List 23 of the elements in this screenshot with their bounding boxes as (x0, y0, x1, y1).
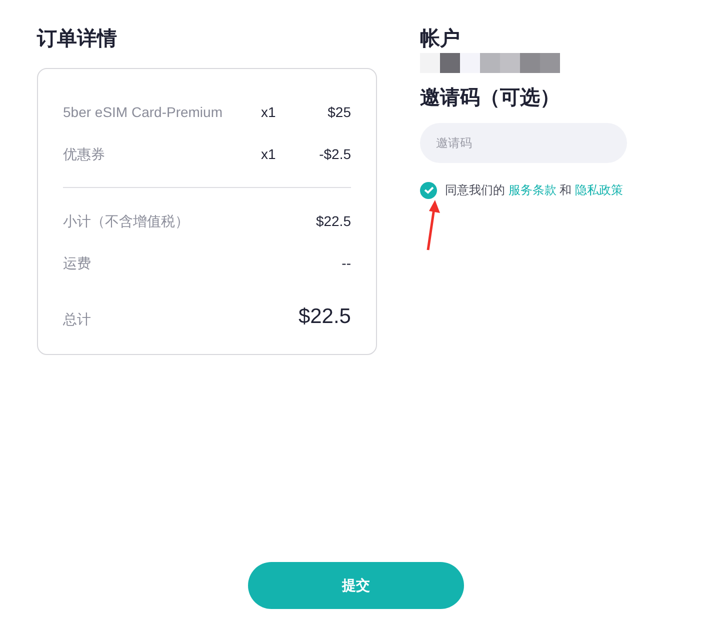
summary-label: 小计（不含增值税） (63, 212, 189, 230)
item-price: -$2.5 (318, 144, 351, 164)
terms-link[interactable]: 服务条款 (508, 183, 556, 197)
item-quantity: x1 (261, 102, 277, 122)
privacy-link[interactable]: 隐私政策 (575, 183, 624, 197)
item-price: $25 (326, 102, 351, 122)
section-title: 订单详情 (37, 26, 118, 52)
agree-checkbox[interactable] (420, 182, 437, 198)
total-value: $22.5 (298, 304, 351, 330)
item-quantity: x1 (261, 144, 277, 164)
summary-label: 运费 (63, 254, 91, 272)
invite-title: 邀请码（可选） (420, 86, 561, 111)
annotation-arrow (425, 199, 441, 251)
agreement-text: 同意我们的 服务条款 和 隐私政策 (445, 182, 624, 199)
check-icon (424, 186, 434, 194)
item-name: 5ber eSIM Card-Premium (63, 102, 224, 122)
item-name: 优惠券 (63, 144, 106, 164)
invite-code-field[interactable]: 邀请码 (420, 123, 627, 163)
summary-value: $22.5 (316, 212, 351, 230)
submit-button[interactable]: 提交 (248, 562, 464, 609)
summary-value: -- (342, 254, 351, 272)
total-label: 总计 (63, 310, 91, 329)
account-title: 帐户 (420, 26, 461, 52)
